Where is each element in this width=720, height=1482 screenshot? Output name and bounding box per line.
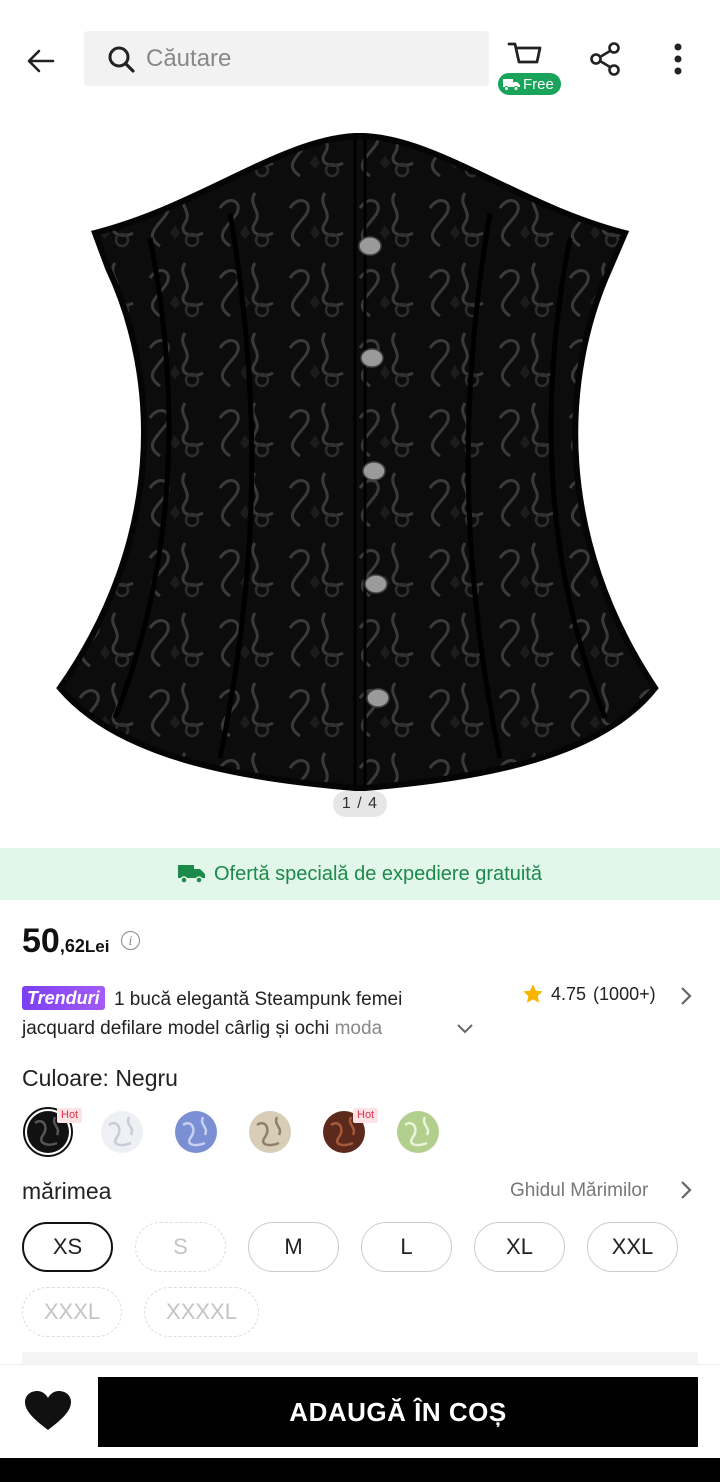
price-currency: Lei	[84, 937, 110, 956]
arrow-left-icon	[27, 49, 55, 73]
size-guide-chevron[interactable]	[676, 1178, 696, 1202]
price-decimal: ,62	[59, 936, 85, 956]
shipping-banner-text: Ofertă specială de expediere gratuită	[214, 862, 542, 885]
cart-icon	[507, 42, 542, 64]
free-shipping-badge: Free	[497, 72, 562, 96]
star-icon	[523, 984, 543, 1003]
product-image-gallery[interactable]	[0, 118, 720, 848]
corset-product-image	[56, 133, 659, 791]
trend-badge: Trenduri	[22, 986, 105, 1010]
share-icon	[590, 42, 620, 76]
chevron-right-icon	[681, 1181, 692, 1199]
chevron-down-icon	[457, 1024, 473, 1034]
system-navigation-bar	[0, 1458, 720, 1482]
product-rating[interactable]: 4.75 (1000+)	[522, 983, 656, 1005]
more-vertical-icon	[674, 43, 682, 75]
price-info-icon[interactable]: i	[121, 931, 140, 950]
size-option-xxxxl[interactable]: XXXXL	[144, 1287, 259, 1337]
size-option-xl[interactable]: XL	[474, 1222, 565, 1272]
search-icon	[108, 46, 135, 73]
color-swatch-blue[interactable]	[175, 1111, 217, 1153]
color-swatch-green[interactable]	[397, 1111, 439, 1153]
size-option-xxl[interactable]: XXL	[587, 1222, 678, 1272]
free-shipping-banner: Ofertă specială de expediere gratuită	[0, 848, 720, 900]
product-price: 50 ,62 Lei	[22, 922, 109, 961]
more-options-button[interactable]	[655, 36, 701, 82]
add-to-cart-button[interactable]: ADAUGĂ ÎN COȘ	[98, 1377, 698, 1447]
search-input[interactable]: Căutare	[84, 31, 489, 86]
wishlist-button[interactable]	[22, 1387, 74, 1435]
truck-icon	[178, 865, 205, 884]
size-option-s[interactable]: S	[135, 1222, 226, 1272]
product-title: Trenduri 1 bucă elegantă Steampunk femei…	[22, 985, 462, 1043]
color-label: Culoare: Negru	[22, 1065, 178, 1091]
top-bar: Căutare Free	[0, 0, 720, 118]
size-label: mărimea	[22, 1178, 112, 1204]
size-option-xxxl[interactable]: XXXL	[22, 1287, 122, 1337]
free-badge-label: Free	[523, 75, 554, 93]
color-swatch-beige[interactable]	[249, 1111, 291, 1153]
price-integer: 50	[22, 922, 60, 960]
color-swatch-white[interactable]	[101, 1111, 143, 1153]
rating-value: 4.75	[551, 983, 587, 1004]
product-title-fade: moda	[334, 1018, 383, 1039]
truck-icon	[503, 78, 520, 91]
size-option-m[interactable]: M	[248, 1222, 339, 1272]
size-guide-link[interactable]: Ghidul Mărimilor	[510, 1180, 648, 1202]
share-button[interactable]	[582, 36, 628, 82]
section-divider	[22, 1352, 698, 1364]
search-placeholder: Căutare	[146, 44, 232, 72]
expand-title-button[interactable]	[452, 1016, 478, 1042]
size-option-xs[interactable]: XS	[22, 1222, 113, 1272]
hot-tag: Hot	[57, 1108, 83, 1123]
chevron-right-icon	[681, 987, 692, 1005]
back-button[interactable]	[18, 38, 64, 84]
rating-count: (1000+)	[593, 983, 656, 1004]
image-counter: 1 / 4	[333, 791, 387, 817]
size-option-l[interactable]: L	[361, 1222, 452, 1272]
bottom-action-bar: ADAUGĂ ÎN COȘ	[0, 1364, 720, 1458]
heart-icon	[25, 1391, 71, 1430]
rating-chevron[interactable]	[676, 984, 696, 1008]
hot-tag: Hot	[353, 1108, 379, 1123]
